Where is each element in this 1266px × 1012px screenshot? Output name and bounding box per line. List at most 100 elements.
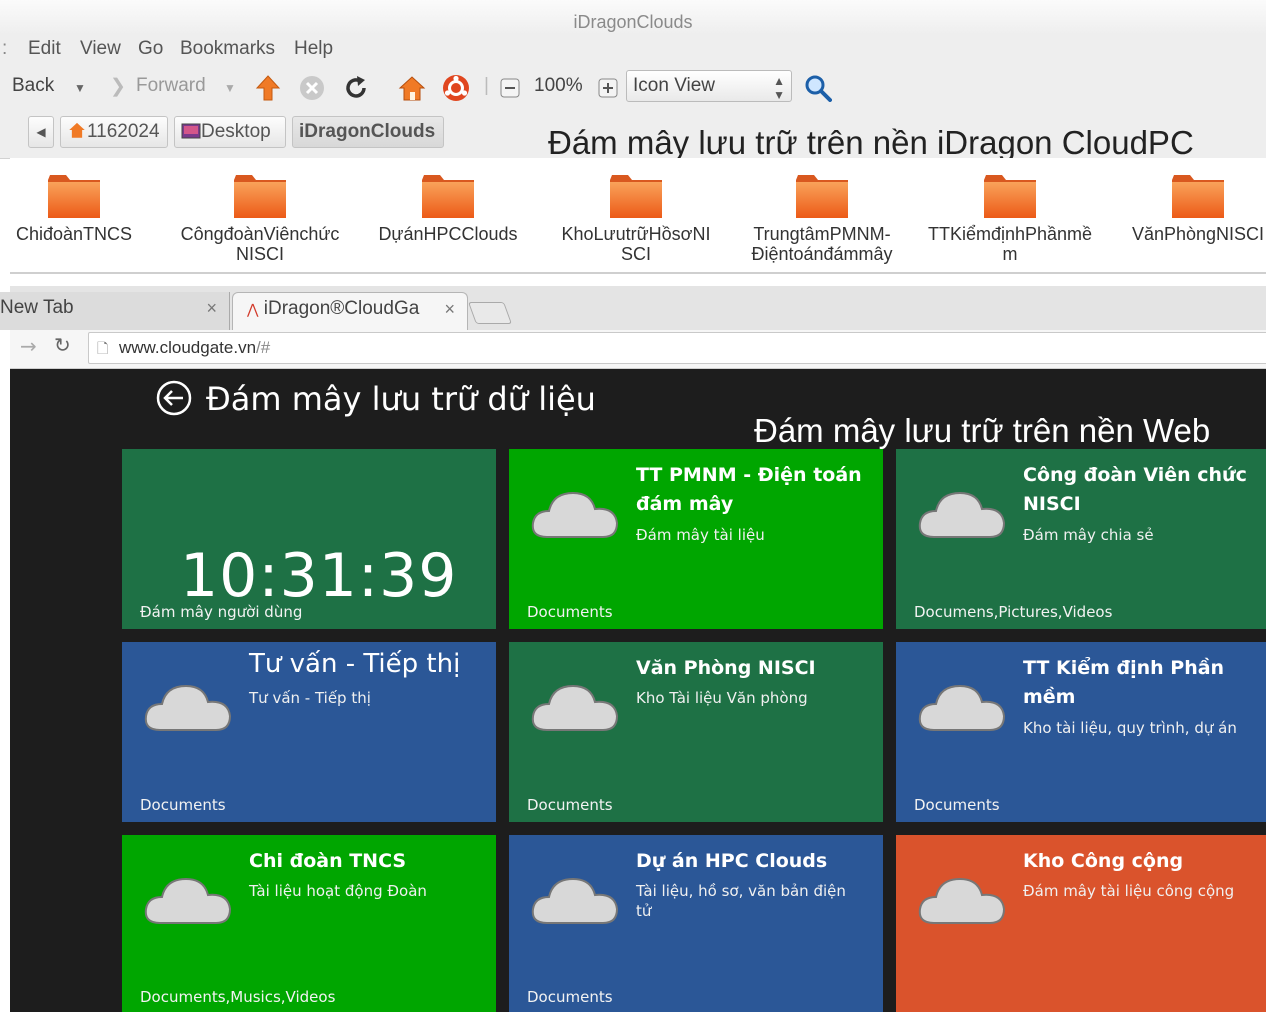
folder-item[interactable]: DựánHPCClouds bbox=[358, 172, 538, 244]
view-mode-value: Icon View bbox=[633, 75, 716, 96]
tab-idragon-cloudgate[interactable]: ⋀ iDragon®CloudGa × bbox=[232, 292, 468, 330]
tile-tt-kiem-dinh[interactable]: TT Kiểm định Phần mềm Kho tài liệu, quy … bbox=[896, 642, 1266, 822]
tile-tt-pmnm[interactable]: TT PMNM - Điện toán đám mây Đám mây tài … bbox=[509, 449, 883, 629]
url-host: www.cloudgate.vn bbox=[119, 338, 257, 357]
menu-go[interactable]: Go bbox=[138, 38, 163, 60]
zoom-level: 100% bbox=[534, 75, 583, 96]
cloud-icon bbox=[918, 877, 1006, 924]
tile-du-an-hpc[interactable]: Dự án HPC Clouds Tài liệu, hồ sơ, văn bả… bbox=[509, 835, 883, 1012]
folder-item[interactable]: TTKiểmđịnhPhầnmềm bbox=[920, 172, 1100, 264]
reload-icon[interactable]: ↻ bbox=[54, 333, 71, 357]
window-titlebar: iDragonClouds bbox=[0, 0, 1266, 40]
stop-icon[interactable] bbox=[298, 74, 326, 102]
new-tab-button[interactable] bbox=[467, 302, 513, 324]
folder-item[interactable]: VănPhòngNISCI bbox=[1108, 172, 1266, 244]
breadcrumb-left-arrow-icon[interactable]: ◀ bbox=[28, 116, 54, 148]
folder-icon bbox=[794, 172, 850, 220]
folder-item[interactable]: TrungtâmPMNM-Điệntoánđámmây bbox=[732, 172, 912, 264]
tile-title: Văn Phòng NISCI bbox=[636, 657, 816, 679]
tile-footer: Documents bbox=[527, 796, 613, 814]
forward-icon[interactable]: → bbox=[20, 334, 37, 358]
tile-footer: Documents,Musics,Videos bbox=[140, 988, 336, 1006]
tab-new-tab[interactable]: New Tab × bbox=[0, 292, 230, 330]
folder-name: KhoLưutrữHồsơNISCI bbox=[561, 224, 711, 264]
web-annotation: Đám mây lưu trữ trên nền Web bbox=[754, 412, 1211, 449]
breadcrumb-home-label: 1162024 bbox=[87, 121, 160, 142]
file-manager-toolbar: Back ▼ ❯ Forward ▼ | 100% Icon View ▲ ▼ bbox=[0, 66, 1266, 110]
tile-description: Kho Tài liệu Văn phòng bbox=[636, 689, 808, 707]
home-small-icon bbox=[69, 122, 85, 138]
menu-edit[interactable]: Edit bbox=[28, 38, 61, 60]
tile-title: Kho Công cộng bbox=[1023, 850, 1184, 872]
desktop-icon bbox=[181, 123, 201, 139]
cloud-icon bbox=[531, 877, 619, 924]
tile-footer: Documens,Pictures,Videos bbox=[914, 603, 1113, 621]
cloud-icon bbox=[144, 877, 232, 924]
cloud-icon bbox=[144, 684, 232, 731]
zoom-in-icon[interactable] bbox=[598, 78, 618, 98]
tab-label: iDragon®CloudGa bbox=[263, 298, 420, 319]
folder-item[interactable]: ChiđoànTNCS bbox=[0, 172, 164, 244]
folder-icon bbox=[1170, 172, 1226, 220]
folder-name: CôngđoànViênchứcNISCI bbox=[180, 224, 340, 264]
back-circle-icon[interactable] bbox=[156, 380, 192, 416]
tile-description: Kho tài liệu, quy trình, dự án bbox=[1023, 719, 1237, 737]
tile-title: TT PMNM - Điện toán đám mây bbox=[636, 464, 862, 515]
toolbar-separator: | bbox=[484, 75, 489, 96]
tile-description: Đám mây tài liệu bbox=[636, 526, 765, 544]
forward-button[interactable]: Forward bbox=[136, 75, 206, 97]
cloud-icon bbox=[918, 491, 1006, 538]
view-mode-select[interactable]: Icon View ▲ ▼ bbox=[626, 70, 792, 102]
folder-name: ChiđoànTNCS bbox=[15, 224, 133, 244]
tile-description: Đám mây chia sẻ bbox=[1023, 526, 1154, 544]
close-icon[interactable]: × bbox=[444, 293, 455, 325]
tile-description: Đám mây tài liệu công cộng bbox=[1023, 882, 1235, 900]
folder-icon bbox=[608, 172, 664, 220]
tile-cong-doan[interactable]: Công đoàn Viên chức NISCI Đám mây chia s… bbox=[896, 449, 1266, 629]
menu-view[interactable]: View bbox=[80, 38, 121, 60]
home-icon[interactable] bbox=[398, 74, 426, 102]
folder-icon bbox=[420, 172, 476, 220]
tile-footer: Documents bbox=[527, 603, 613, 621]
menubar: : Edit View Go Bookmarks Help bbox=[0, 36, 1266, 66]
tile-van-phong[interactable]: Văn Phòng NISCI Kho Tài liệu Văn phòng D… bbox=[509, 642, 883, 822]
tile-title: Công đoàn Viên chức NISCI bbox=[1023, 464, 1247, 515]
tile-footer: Documents bbox=[140, 796, 226, 814]
reload-icon[interactable] bbox=[342, 74, 370, 102]
folder-name: TTKiểmđịnhPhầnmềm bbox=[927, 224, 1093, 264]
folder-icon bbox=[232, 172, 288, 220]
breadcrumb-desktop[interactable]: Desktop bbox=[174, 116, 286, 148]
up-arrow-icon[interactable] bbox=[254, 74, 282, 102]
tile-tu-van[interactable]: Tư vấn - Tiếp thị Tư vấn - Tiếp thị Docu… bbox=[122, 642, 496, 822]
clock-tile[interactable]: 10:31:39 Đám mây người dùng bbox=[122, 449, 496, 629]
forward-dropdown-icon[interactable]: ▼ bbox=[224, 81, 236, 95]
close-icon[interactable]: × bbox=[206, 292, 217, 324]
menu-edge: : bbox=[2, 38, 8, 59]
select-arrows-icon: ▲ ▼ bbox=[773, 74, 785, 102]
back-dropdown-icon[interactable]: ▼ bbox=[74, 81, 86, 95]
tile-chi-doan[interactable]: Chi đoàn TNCS Tài liệu hoạt động Đoàn Do… bbox=[122, 835, 496, 1012]
page-icon: 🗋 bbox=[97, 340, 109, 356]
folder-name: DựánHPCClouds bbox=[378, 224, 518, 244]
back-button[interactable]: Back bbox=[12, 75, 54, 97]
breadcrumb-home[interactable]: 1162024 bbox=[60, 116, 168, 148]
folder-name: TrungtâmPMNM-Điệntoánđámmây bbox=[751, 224, 893, 264]
folder-item[interactable]: KhoLưutrữHồsơNISCI bbox=[546, 172, 726, 264]
tile-kho-cong-cong[interactable]: Kho Công cộng Đám mây tài liệu công cộng bbox=[896, 835, 1266, 1012]
search-icon[interactable] bbox=[804, 74, 832, 102]
tile-description: Tư vấn - Tiếp thị bbox=[249, 689, 371, 707]
zoom-out-icon[interactable] bbox=[500, 78, 520, 98]
menu-help[interactable]: Help bbox=[294, 38, 333, 60]
tab-label: New Tab bbox=[0, 297, 74, 318]
folder-item[interactable]: CôngđoànViênchứcNISCI bbox=[170, 172, 350, 264]
ubuntu-icon[interactable] bbox=[442, 74, 470, 102]
window-title: iDragonClouds bbox=[573, 12, 693, 32]
folder-grid: ChiđoànTNCS CôngđoànViênchứcNISCI DựánHP… bbox=[10, 158, 1266, 274]
tile-footer: Đám mây người dùng bbox=[140, 603, 303, 621]
menu-bookmarks[interactable]: Bookmarks bbox=[180, 38, 275, 60]
breadcrumb-idragonclouds[interactable]: iDragonClouds bbox=[292, 116, 444, 148]
url-input[interactable]: 🗋 www.cloudgate.vn/# bbox=[88, 332, 1266, 364]
forward-arrow-icon: ❯ bbox=[110, 76, 126, 97]
tab-favicon-icon: ⋀ bbox=[247, 301, 259, 317]
tile-title: Chi đoàn TNCS bbox=[249, 850, 407, 872]
